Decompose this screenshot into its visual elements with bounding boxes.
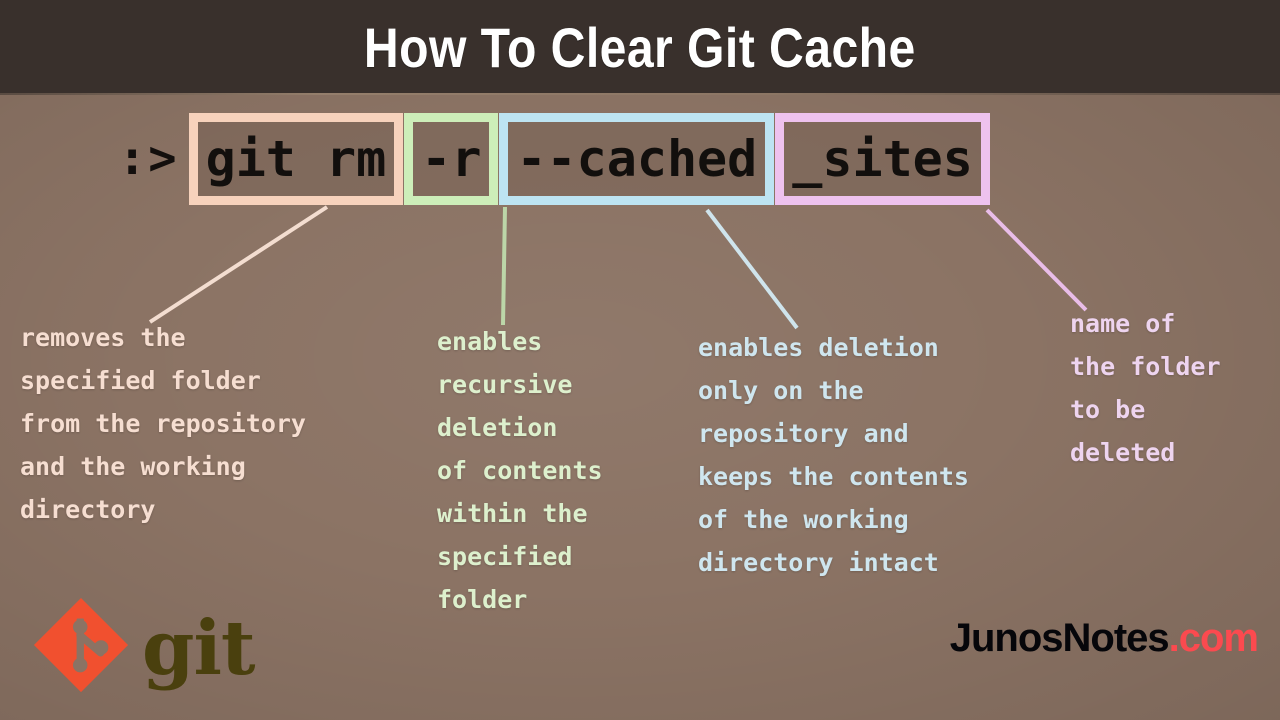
shell-prompt: :> (118, 130, 179, 186)
command-line: :> git rm -r --cached _sites (118, 113, 991, 205)
brand-name: JunosNotes (949, 616, 1170, 660)
git-logo: git (32, 596, 256, 694)
command-token-git-rm-label: git rm (205, 130, 387, 188)
annotation-folder: name of the folder to be deleted (1070, 309, 1221, 467)
command-token-folder-arg[interactable]: _sites (775, 113, 990, 205)
infographic-canvas: How To Clear Git Cache :> git rm -r --ca… (0, 0, 1280, 720)
git-logo-wordmark: git (142, 603, 256, 692)
command-token-recursive-flag-label: -r (421, 130, 482, 188)
header-bar: How To Clear Git Cache (0, 0, 1280, 95)
annotation-git-rm: removes the specified folder from the re… (20, 323, 306, 524)
command-token-cached-flag[interactable]: --cached (499, 113, 775, 205)
git-mark-icon (32, 596, 130, 694)
command-token-folder-arg-label: _sites (792, 130, 973, 188)
annotation-recursive: enables recursive deletion of contents w… (437, 327, 603, 614)
brand-tld: .com (1168, 616, 1259, 660)
command-token-cached-flag-label: --cached (516, 130, 758, 188)
brand-watermark[interactable]: JunosNotes.com (949, 616, 1259, 660)
command-token-git-rm[interactable]: git rm (188, 113, 404, 205)
command-token-recursive-flag[interactable]: -r (404, 113, 499, 205)
page-title: How To Clear Git Cache (364, 16, 916, 79)
annotation-cached: enables deletion only on the repository … (698, 333, 969, 577)
